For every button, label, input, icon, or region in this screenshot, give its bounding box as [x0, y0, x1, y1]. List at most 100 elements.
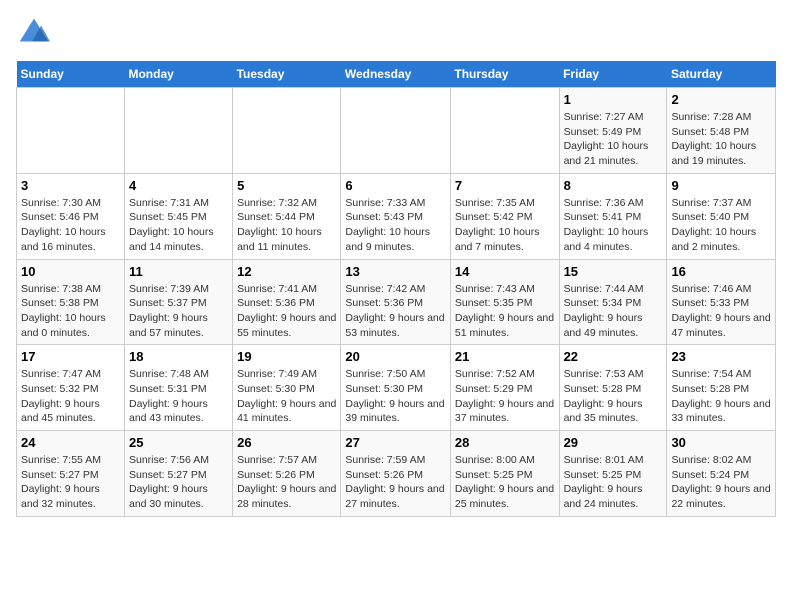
day-number: 12 [237, 264, 336, 279]
day-cell: 20Sunrise: 7:50 AMSunset: 5:30 PMDayligh… [341, 345, 451, 431]
logo-icon [18, 16, 50, 44]
day-cell: 2 Sunrise: 7:28 AMSunset: 5:48 PMDaylight… [667, 88, 776, 174]
day-cell [17, 88, 125, 174]
day-number: 25 [129, 435, 228, 450]
logo [16, 16, 54, 49]
day-number: 13 [345, 264, 446, 279]
day-cell: 15 Sunrise: 7:44 AMSunset: 5:34 PMDayligh… [559, 259, 667, 345]
day-cell [341, 88, 451, 174]
day-number: 23 [671, 349, 771, 364]
day-info: Sunrise: 7:35 AMSunset: 5:42 PMDaylight:… [455, 196, 555, 255]
header-row: SundayMondayTuesdayWednesdayThursdayFrid… [17, 61, 776, 88]
day-number: 24 [21, 435, 120, 450]
day-info: Sunrise: 8:01 AMSunset: 5:25 PMDaylight:… [564, 453, 663, 512]
day-info: Sunrise: 7:52 AMSunset: 5:29 PMDaylight:… [455, 367, 555, 426]
header-wednesday: Wednesday [341, 61, 451, 88]
day-number: 22 [564, 349, 663, 364]
day-info: Sunrise: 7:59 AMSunset: 5:26 PMDaylight:… [345, 453, 446, 512]
day-info: Sunrise: 7:46 AMSunset: 5:33 PMDaylight:… [671, 282, 771, 341]
day-info: Sunrise: 7:28 AMSunset: 5:48 PMDaylight:… [671, 110, 771, 169]
day-info: Sunrise: 7:41 AMSunset: 5:36 PMDaylight:… [237, 282, 336, 341]
week-row-2: 10 Sunrise: 7:38 AMSunset: 5:38 PMDayligh… [17, 259, 776, 345]
day-info: Sunrise: 7:54 AMSunset: 5:28 PMDaylight:… [671, 367, 771, 426]
day-cell: 23 Sunrise: 7:54 AMSunset: 5:28 PMDayligh… [667, 345, 776, 431]
day-cell [450, 88, 559, 174]
day-number: 17 [21, 349, 120, 364]
day-info: Sunrise: 7:47 AMSunset: 5:32 PMDaylight:… [21, 367, 120, 426]
day-cell [124, 88, 232, 174]
day-cell: 29Sunrise: 8:01 AMSunset: 5:25 PMDayligh… [559, 431, 667, 517]
day-cell: 19 Sunrise: 7:49 AMSunset: 5:30 PMDayligh… [233, 345, 341, 431]
day-cell: 13 Sunrise: 7:42 AMSunset: 5:36 PMDayligh… [341, 259, 451, 345]
header-monday: Monday [124, 61, 232, 88]
day-cell: 1 Sunrise: 7:27 AMSunset: 5:49 PMDaylight… [559, 88, 667, 174]
day-cell: 14 Sunrise: 7:43 AMSunset: 5:35 PMDayligh… [450, 259, 559, 345]
day-info: Sunrise: 7:43 AMSunset: 5:35 PMDaylight:… [455, 282, 555, 341]
day-cell: 10 Sunrise: 7:38 AMSunset: 5:38 PMDayligh… [17, 259, 125, 345]
week-row-3: 17 Sunrise: 7:47 AMSunset: 5:32 PMDayligh… [17, 345, 776, 431]
day-number: 4 [129, 178, 228, 193]
day-info: Sunrise: 7:36 AMSunset: 5:41 PMDaylight:… [564, 196, 663, 255]
day-cell: 25Sunrise: 7:56 AMSunset: 5:27 PMDayligh… [124, 431, 232, 517]
day-cell: 8 Sunrise: 7:36 AMSunset: 5:41 PMDaylight… [559, 173, 667, 259]
page-header [16, 16, 776, 49]
day-number: 30 [671, 435, 771, 450]
header-friday: Friday [559, 61, 667, 88]
day-cell: 22 Sunrise: 7:53 AMSunset: 5:28 PMDayligh… [559, 345, 667, 431]
day-cell: 11 Sunrise: 7:39 AMSunset: 5:37 PMDayligh… [124, 259, 232, 345]
header-thursday: Thursday [450, 61, 559, 88]
day-number: 16 [671, 264, 771, 279]
day-info: Sunrise: 7:33 AMSunset: 5:43 PMDaylight:… [345, 196, 446, 255]
day-number: 9 [671, 178, 771, 193]
day-number: 19 [237, 349, 336, 364]
day-cell: 21 Sunrise: 7:52 AMSunset: 5:29 PMDayligh… [450, 345, 559, 431]
day-info: Sunrise: 7:50 AMSunset: 5:30 PMDaylight:… [345, 367, 446, 426]
day-info: Sunrise: 7:48 AMSunset: 5:31 PMDaylight:… [129, 367, 228, 426]
day-cell: 30 Sunrise: 8:02 AMSunset: 5:24 PMDayligh… [667, 431, 776, 517]
day-info: Sunrise: 7:44 AMSunset: 5:34 PMDaylight:… [564, 282, 663, 341]
day-number: 7 [455, 178, 555, 193]
week-row-0: 1 Sunrise: 7:27 AMSunset: 5:49 PMDaylight… [17, 88, 776, 174]
day-cell: 27 Sunrise: 7:59 AMSunset: 5:26 PMDayligh… [341, 431, 451, 517]
day-number: 10 [21, 264, 120, 279]
day-info: Sunrise: 7:53 AMSunset: 5:28 PMDaylight:… [564, 367, 663, 426]
day-cell: 24Sunrise: 7:55 AMSunset: 5:27 PMDayligh… [17, 431, 125, 517]
day-number: 2 [671, 92, 771, 107]
day-cell [233, 88, 341, 174]
day-info: Sunrise: 7:49 AMSunset: 5:30 PMDaylight:… [237, 367, 336, 426]
day-number: 15 [564, 264, 663, 279]
day-cell: 12 Sunrise: 7:41 AMSunset: 5:36 PMDayligh… [233, 259, 341, 345]
day-number: 1 [564, 92, 663, 107]
day-cell: 18 Sunrise: 7:48 AMSunset: 5:31 PMDayligh… [124, 345, 232, 431]
day-info: Sunrise: 7:38 AMSunset: 5:38 PMDaylight:… [21, 282, 120, 341]
day-number: 26 [237, 435, 336, 450]
day-number: 21 [455, 349, 555, 364]
day-number: 14 [455, 264, 555, 279]
day-number: 8 [564, 178, 663, 193]
header-tuesday: Tuesday [233, 61, 341, 88]
day-number: 5 [237, 178, 336, 193]
day-number: 18 [129, 349, 228, 364]
day-cell: 28 Sunrise: 8:00 AMSunset: 5:25 PMDayligh… [450, 431, 559, 517]
day-number: 27 [345, 435, 446, 450]
day-number: 11 [129, 264, 228, 279]
day-info: Sunrise: 7:27 AMSunset: 5:49 PMDaylight:… [564, 110, 663, 169]
day-cell: 16 Sunrise: 7:46 AMSunset: 5:33 PMDayligh… [667, 259, 776, 345]
day-info: Sunrise: 7:37 AMSunset: 5:40 PMDaylight:… [671, 196, 771, 255]
day-number: 28 [455, 435, 555, 450]
day-info: Sunrise: 7:42 AMSunset: 5:36 PMDaylight:… [345, 282, 446, 341]
day-info: Sunrise: 8:00 AMSunset: 5:25 PMDaylight:… [455, 453, 555, 512]
day-info: Sunrise: 7:31 AMSunset: 5:45 PMDaylight:… [129, 196, 228, 255]
week-row-4: 24Sunrise: 7:55 AMSunset: 5:27 PMDayligh… [17, 431, 776, 517]
day-info: Sunrise: 8:02 AMSunset: 5:24 PMDaylight:… [671, 453, 771, 512]
day-cell: 3Sunrise: 7:30 AMSunset: 5:46 PMDaylight… [17, 173, 125, 259]
day-info: Sunrise: 7:39 AMSunset: 5:37 PMDaylight:… [129, 282, 228, 341]
day-info: Sunrise: 7:57 AMSunset: 5:26 PMDaylight:… [237, 453, 336, 512]
day-cell: 7 Sunrise: 7:35 AMSunset: 5:42 PMDaylight… [450, 173, 559, 259]
day-cell: 17 Sunrise: 7:47 AMSunset: 5:32 PMDayligh… [17, 345, 125, 431]
day-number: 6 [345, 178, 446, 193]
day-number: 3 [21, 178, 120, 193]
day-cell: 9 Sunrise: 7:37 AMSunset: 5:40 PMDaylight… [667, 173, 776, 259]
day-cell: 4 Sunrise: 7:31 AMSunset: 5:45 PMDaylight… [124, 173, 232, 259]
day-cell: 6 Sunrise: 7:33 AMSunset: 5:43 PMDaylight… [341, 173, 451, 259]
